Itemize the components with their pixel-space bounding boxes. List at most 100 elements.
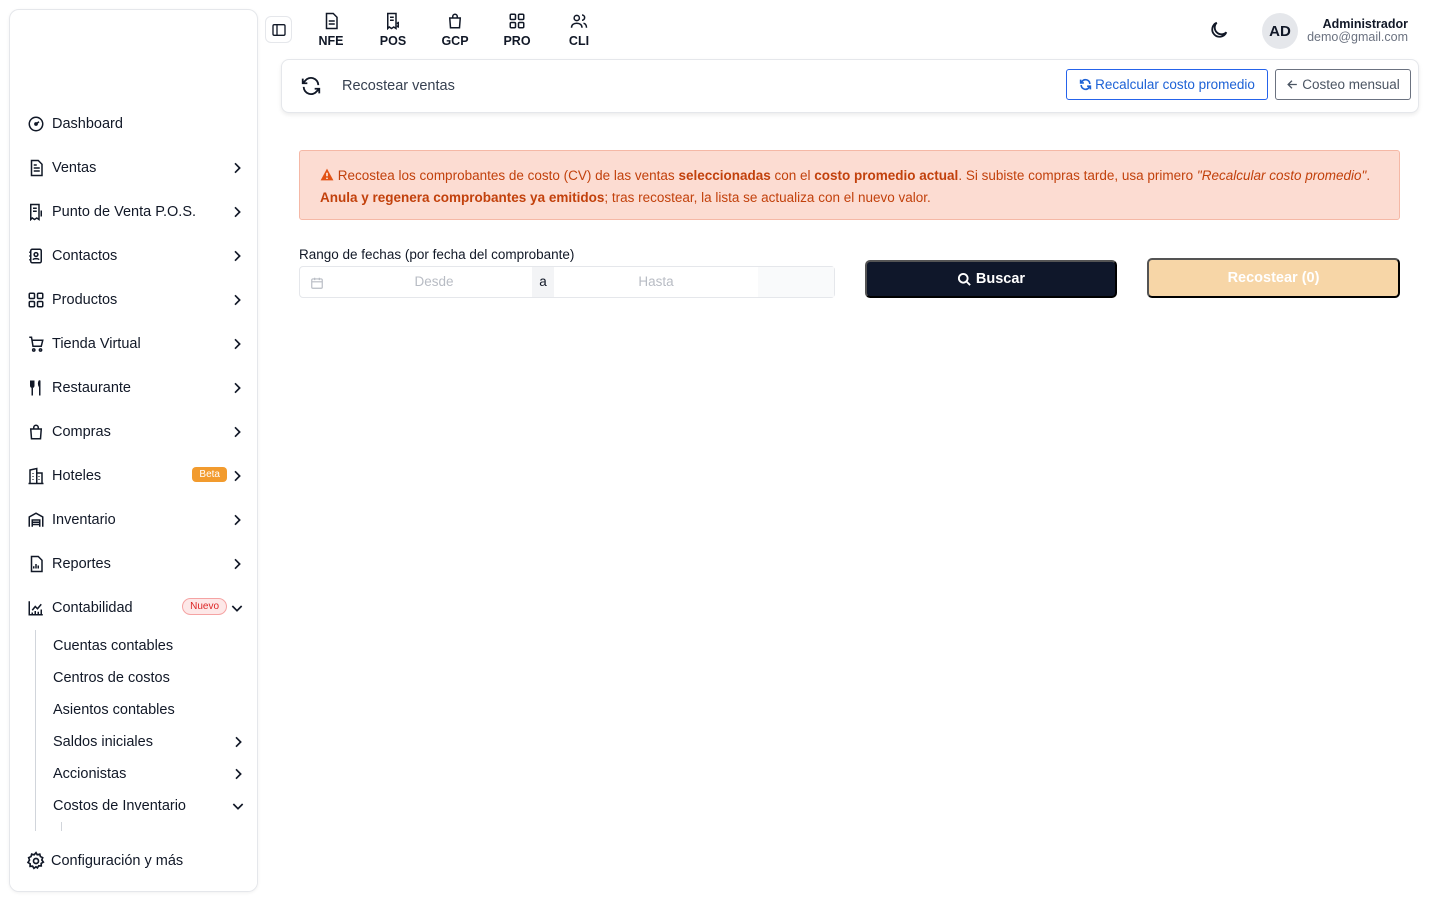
date-range-picker[interactable]: Desde a Hasta: [299, 266, 835, 298]
monthly-costing-button[interactable]: Costeo mensual: [1275, 69, 1411, 100]
user-info[interactable]: Administrador demo@gmail.com: [1307, 18, 1408, 44]
sidebar-item-productos[interactable]: Productos: [10, 278, 257, 322]
chart-icon: [26, 598, 46, 618]
sidebar-subitem-label: Costos de Inventario: [53, 798, 186, 814]
chevron-right-icon: [234, 470, 241, 482]
user-email: demo@gmail.com: [1307, 30, 1408, 44]
sidebar-item-label: Punto de Venta P.O.S.: [52, 204, 197, 220]
contacts-icon: [26, 246, 46, 266]
receipt-dollar-icon: [387, 12, 399, 30]
sidebar-item-dashboard[interactable]: Dashboard: [10, 102, 257, 146]
sidebar-item-compras[interactable]: Compras: [10, 410, 257, 454]
recalculate-label: Recalcular costo promedio: [1095, 77, 1255, 92]
search-label: Buscar: [975, 271, 1026, 287]
sidebar-item-label: Reportes: [52, 556, 111, 572]
app-pro[interactable]: PRO: [486, 12, 548, 48]
sidebar-item-ventas[interactable]: Ventas: [10, 146, 257, 190]
sidebar-subitem-label: Accionistas: [53, 766, 127, 782]
document-icon: [26, 158, 46, 178]
chevron-right-icon: [234, 514, 241, 526]
file-icon: [325, 12, 338, 30]
sidebar-subitem-cuentas-contables[interactable]: Cuentas contables: [36, 630, 257, 662]
sidebar-subitem-accionistas[interactable]: Accionistas: [36, 758, 257, 790]
settings-label: Configuración y más: [51, 853, 184, 869]
sidebar-item-label: Ventas: [52, 160, 97, 176]
sidebar-item-label: Hoteles: [52, 468, 102, 484]
alert-italic: "Recalcular costo promedio": [1196, 168, 1367, 183]
sidebar-panel-icon: [271, 23, 286, 36]
sidebar-item-contactos[interactable]: Contactos: [10, 234, 257, 278]
date-range-suffix: [758, 267, 834, 297]
alert-text: con el: [770, 168, 815, 183]
app-label: NFE: [318, 34, 344, 48]
app-switcher: NFE POS GCP PRO CLI: [300, 12, 610, 48]
sidebar-item-hoteles[interactable]: Hoteles Beta: [10, 454, 257, 498]
sidebar-item-label: Contabilidad: [52, 600, 133, 616]
date-to-input[interactable]: Hasta: [554, 267, 758, 297]
app-gcp[interactable]: GCP: [424, 12, 486, 48]
sidebar-item-contabilidad[interactable]: Contabilidad Nuevo: [10, 586, 257, 630]
sidebar-item-reportes[interactable]: Reportes: [10, 542, 257, 586]
contabilidad-submenu: Cuentas contables Centros de costos Asie…: [35, 630, 257, 836]
sidebar-subitem-asientos-contables[interactable]: Asientos contables: [36, 694, 257, 726]
chevron-right-icon: [234, 558, 241, 570]
gear-icon: [26, 850, 48, 872]
calendar-icon: [311, 277, 323, 289]
sidebar-item-label: Productos: [52, 292, 118, 308]
bag-icon: [448, 13, 462, 29]
app-pos[interactable]: POS: [362, 12, 424, 48]
app-label: CLI: [568, 34, 590, 48]
moon-icon[interactable]: [1208, 19, 1230, 41]
alert-text: .: [1366, 168, 1371, 183]
refresh-icon: [301, 77, 321, 95]
sidebar-item-label: Contactos: [52, 248, 118, 264]
chevron-right-icon: [234, 294, 241, 306]
grid-icon: [509, 13, 525, 29]
sidebar-subitem-label: Saldos iniciales: [53, 734, 153, 750]
grid-icon: [26, 290, 46, 310]
sidebar-subitem-centros-de-costos[interactable]: Centros de costos: [36, 662, 257, 694]
sidebar-subitem-costos-de-inventario[interactable]: Costos de Inventario: [36, 790, 257, 822]
sidebar-item-tienda-virtual[interactable]: Tienda Virtual: [10, 322, 257, 366]
warehouse-icon: [26, 510, 46, 530]
sync-icon: [1079, 78, 1092, 91]
sidebar-item-inventario[interactable]: Inventario: [10, 498, 257, 542]
arrow-left-icon: [1287, 80, 1298, 89]
app-label: GCP: [441, 34, 469, 48]
chevron-right-icon: [234, 250, 241, 262]
chevron-right-icon: [234, 382, 241, 394]
settings-link[interactable]: Configuración y más: [10, 831, 257, 891]
sidebar-item-label: Inventario: [52, 512, 116, 528]
sidebar-subitem-saldos-iniciales[interactable]: Saldos iniciales: [36, 726, 257, 758]
alert-bold: seleccionadas: [678, 168, 771, 183]
dashboard-icon: [26, 114, 46, 134]
alert-text: . Si subiste compras tarde, usa primero: [958, 168, 1197, 183]
avatar[interactable]: AD: [1262, 13, 1298, 49]
nuevo-badge: Nuevo: [182, 598, 227, 615]
date-from-input[interactable]: Desde: [336, 267, 532, 297]
recost-button[interactable]: Recostear (0): [1147, 258, 1400, 298]
sidebar-nav: Dashboard Ventas Punto de Venta P.O.S. C…: [10, 102, 257, 836]
chevron-right-icon: [234, 162, 241, 174]
sidebar-item-label: Compras: [52, 424, 111, 440]
sidebar-item-restaurante[interactable]: Restaurante: [10, 366, 257, 410]
utensils-icon: [26, 378, 46, 398]
sidebar-toggle-button[interactable]: [265, 16, 292, 43]
search-button[interactable]: Buscar: [865, 260, 1117, 298]
sidebar: Dashboard Ventas Punto de Venta P.O.S. C…: [9, 9, 258, 892]
beta-badge: Beta: [192, 467, 227, 482]
sidebar-item-label: Tienda Virtual: [52, 336, 141, 352]
app-nfe[interactable]: NFE: [300, 12, 362, 48]
recalculate-average-cost-button[interactable]: Recalcular costo promedio: [1066, 69, 1268, 100]
page-header: Recostear ventas Recalcular costo promed…: [281, 59, 1419, 113]
page-title: Recostear ventas: [342, 78, 455, 94]
monthly-costing-label: Costeo mensual: [1302, 77, 1400, 92]
chevron-right-icon: [235, 768, 242, 780]
app-cli[interactable]: CLI: [548, 12, 610, 48]
chevron-right-icon: [234, 338, 241, 350]
report-icon: [26, 554, 46, 574]
sidebar-item-pos[interactable]: Punto de Venta P.O.S.: [10, 190, 257, 234]
chevron-down-icon: [232, 803, 244, 810]
date-range-separator: a: [532, 267, 554, 297]
sidebar-item-label: Dashboard: [52, 116, 123, 132]
